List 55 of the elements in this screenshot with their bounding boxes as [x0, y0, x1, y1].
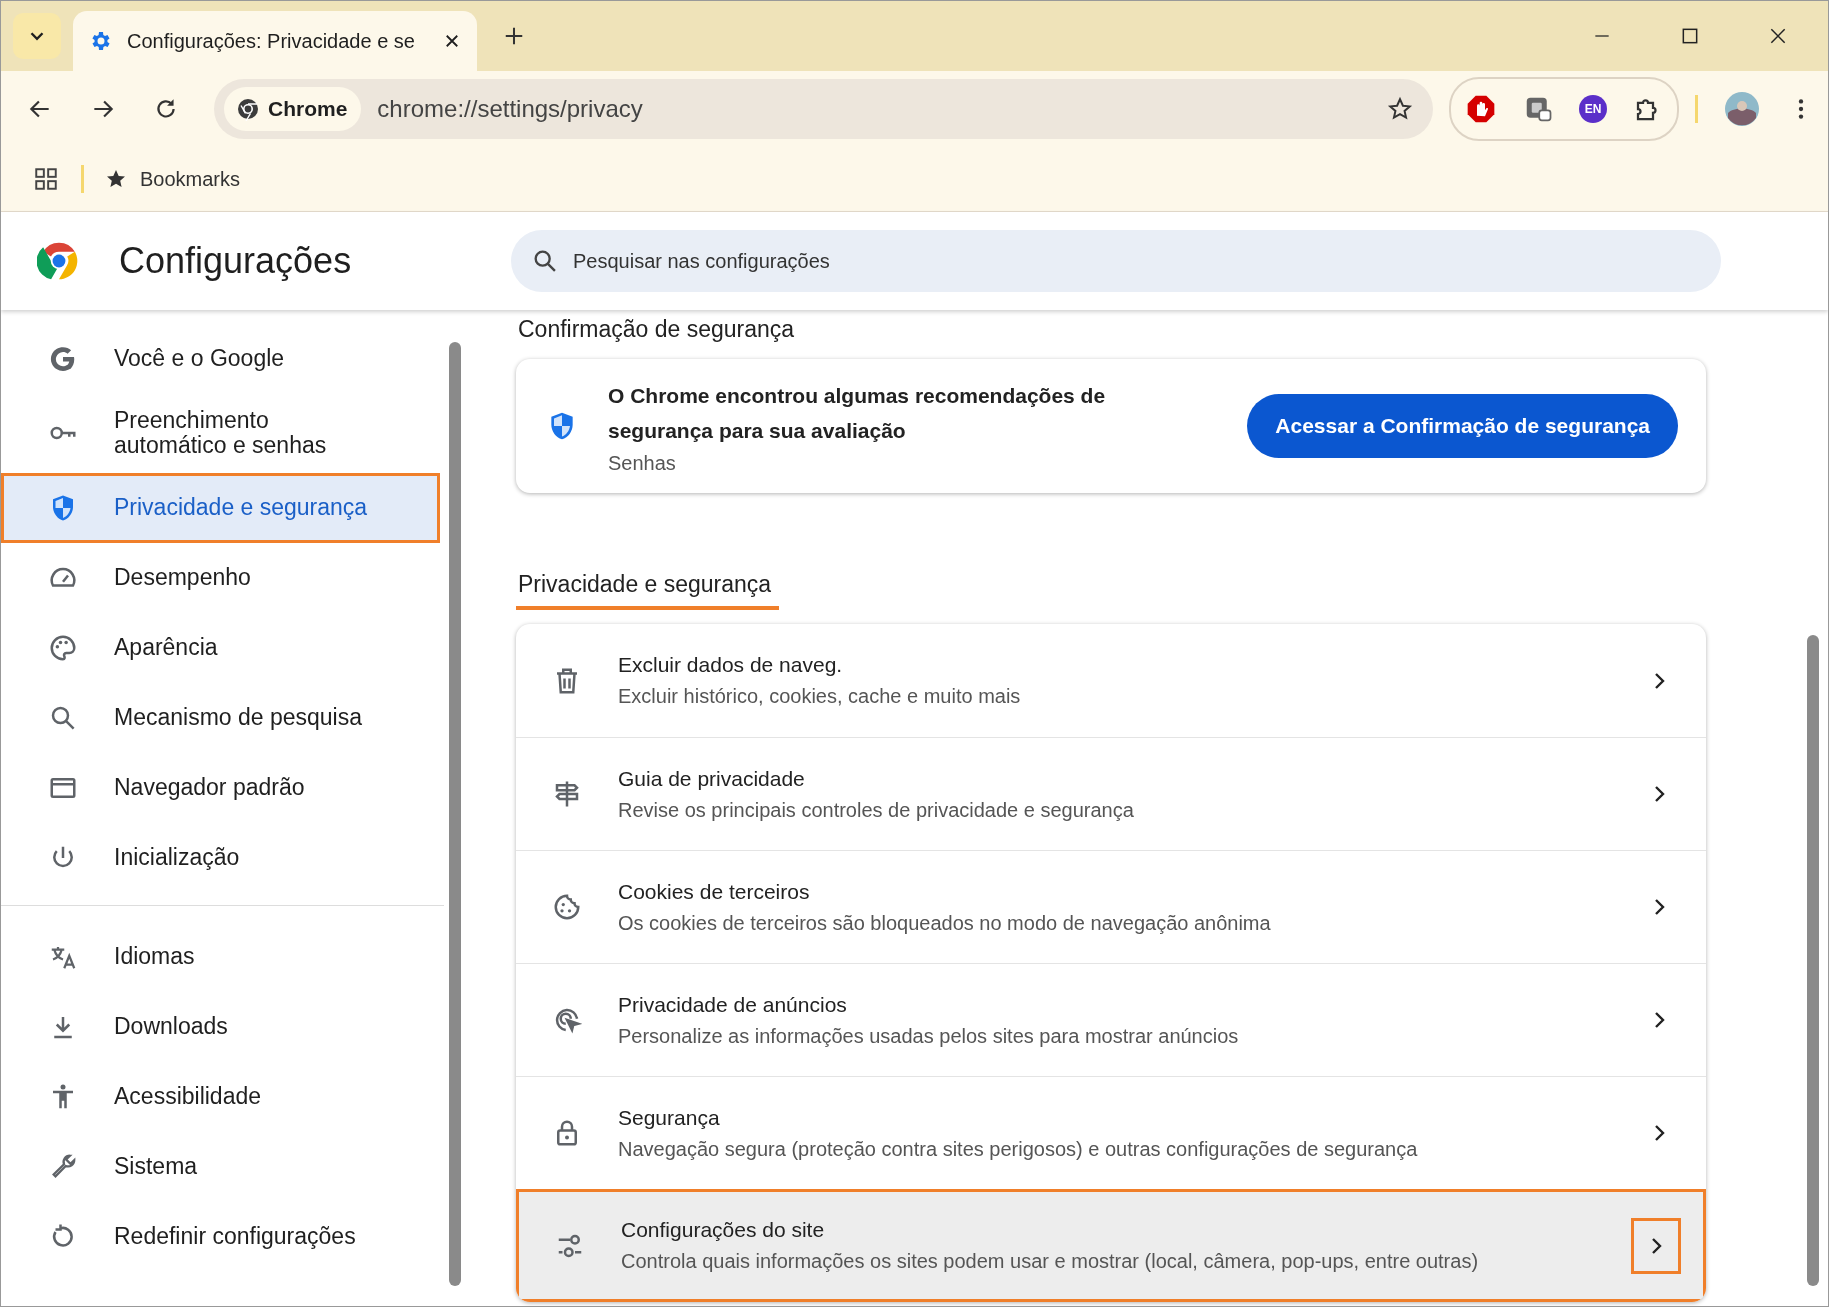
chrome-logo-icon [236, 97, 260, 121]
star-icon[interactable] [1387, 96, 1413, 122]
row-subtitle: Revise os principais controles de privacidade e segurança [618, 798, 1135, 822]
safety-message: O Chrome encontrou algumas recomendações de segurança para sua avaliação [608, 382, 1107, 444]
sidebar-item[interactable]: Preenchimento automático e senhas [1, 394, 440, 473]
close-icon[interactable] [1768, 26, 1788, 46]
browser-tab[interactable]: Configurações: Privacidade e se [73, 11, 477, 71]
row-subtitle: Excluir histórico, cookies, cache e muito mais [618, 685, 1022, 708]
sidebar-item[interactable]: Desempenho [1, 542, 440, 613]
row-title: Privacidade de anúncios [618, 992, 848, 1017]
settings-row[interactable]: Privacidade de anúncios Personalize as informações usadas pelos sites para mostrar anúncios [516, 963, 1706, 1076]
settings-row[interactable]: Configurações do site Controla quais informações os sites podem usar e mostrar (local, câmera, pop-ups, entre outras) [516, 1189, 1706, 1302]
new-tab-icon[interactable] [503, 25, 525, 47]
section-heading: Confirmação de segurança [517, 315, 796, 344]
sidebar-item[interactable]: Aparência [1, 612, 440, 683]
close-icon[interactable] [443, 32, 461, 50]
sidebar-item[interactable]: Idiomas [1, 921, 440, 992]
row-title: Segurança [618, 1105, 721, 1130]
sidebar-item[interactable]: Redefinir configurações [1, 1201, 440, 1272]
tab-title: Configurações: Privacidade e se [127, 29, 416, 53]
sidebar-item[interactable]: Inicialização [1, 822, 440, 893]
signpost-icon [552, 779, 582, 809]
row-subtitle: Os cookies de terceiros são bloqueados no modo de navegação anônima [618, 911, 1272, 935]
sidebar-item[interactable]: Navegador padrão [1, 752, 440, 823]
section-heading: Privacidade e segurança [516, 571, 780, 610]
row-title: Cookies de terceiros [618, 879, 811, 904]
safety-detail: Senhas [608, 451, 677, 475]
stop-sign-icon[interactable] [1465, 93, 1497, 125]
sidebar-item[interactable]: Downloads [1, 991, 440, 1062]
url-text: chrome://settings/privacy [377, 95, 644, 123]
apps-icon[interactable] [33, 166, 59, 192]
maximize-icon[interactable] [1680, 26, 1700, 46]
sidebar-item[interactable]: Privacidade e segurança [1, 472, 440, 543]
sidebar-item[interactable]: Você e o Google [1, 324, 440, 394]
row-subtitle: Navegação segura (proteção contra sites perigosos) e outras configurações de segurança [618, 1137, 1419, 1161]
row-subtitle: Controla quais informações os sites podem usar e mostrar (local, câmera, pop-ups, entre outras) [621, 1250, 1480, 1273]
row-title: Configurações do site [621, 1218, 826, 1242]
cookie-icon [552, 892, 582, 922]
sidebar-item[interactable]: Sistema [1, 1131, 440, 1202]
site-chip[interactable]: Chrome [224, 87, 362, 131]
row-title: Guia de privacidade [618, 766, 806, 791]
address-bar[interactable]: Chrome chrome://settings/privacy [214, 79, 1433, 139]
settings-row[interactable]: Cookies de terceiros Os cookies de terceiros são bloqueados no modo de navegação anônima [516, 850, 1706, 963]
page-title: Configurações [119, 240, 353, 282]
settings-row[interactable]: Guia de privacidade Revise os principais controles de privacidade e segurança [516, 737, 1706, 850]
safety-check-button[interactable]: Acessar a Confirmação de segurança [1247, 394, 1678, 458]
sidebar-item[interactable]: Mecanismo de pesquisa [1, 682, 440, 753]
search-field[interactable]: Pesquisar nas configurações [511, 230, 1721, 292]
row-subtitle: Personalize as informações usadas pelos sites para mostrar anúncios [618, 1024, 1240, 1048]
settings-row[interactable]: Excluir dados de naveg. Excluir histórico, cookies, cache e muito mais [516, 624, 1706, 737]
avatar-icon[interactable] [1724, 91, 1760, 127]
sidebar-item[interactable]: Acessibilidade [1, 1061, 440, 1132]
language-badge[interactable]: EN [1579, 95, 1607, 123]
row-title: Excluir dados de naveg. [618, 653, 844, 677]
bookmarks-button[interactable]: Bookmarks [104, 167, 241, 191]
